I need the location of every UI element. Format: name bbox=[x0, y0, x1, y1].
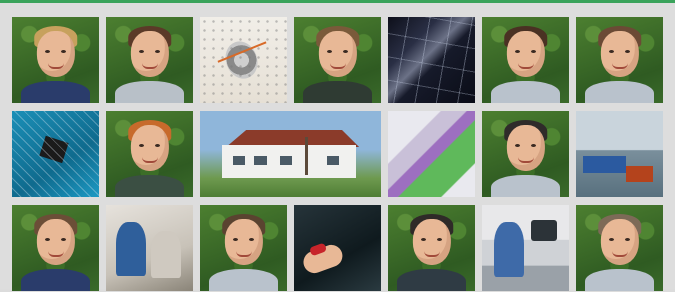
shirt-shape bbox=[490, 80, 561, 103]
window-shape bbox=[279, 155, 293, 166]
shirt-shape bbox=[20, 80, 91, 103]
chart-document-photo[interactable] bbox=[200, 17, 287, 103]
eye-left bbox=[45, 49, 51, 53]
face-shape bbox=[412, 218, 451, 266]
electronics-bench-photo[interactable] bbox=[482, 205, 569, 291]
team-photo-5[interactable] bbox=[576, 17, 663, 103]
team-photo-1[interactable] bbox=[12, 17, 99, 103]
face-shape bbox=[36, 218, 75, 266]
team-photo-7[interactable] bbox=[482, 111, 569, 197]
shirt-shape bbox=[208, 268, 279, 291]
face-shape bbox=[130, 124, 169, 172]
shirt-shape bbox=[584, 80, 655, 103]
eye-right bbox=[530, 49, 536, 53]
eye-left bbox=[609, 237, 615, 241]
led-strips-photo[interactable] bbox=[388, 111, 475, 197]
team-photo-11[interactable] bbox=[576, 205, 663, 291]
window-shape bbox=[326, 155, 340, 166]
shirt-shape bbox=[490, 174, 561, 197]
window-shape bbox=[254, 155, 267, 166]
eye-left bbox=[233, 237, 239, 241]
team-photo-9[interactable] bbox=[200, 205, 287, 291]
circuit-board-photo[interactable] bbox=[12, 111, 99, 197]
face-shape bbox=[130, 30, 169, 78]
eye-left bbox=[45, 237, 51, 241]
team-photo-10[interactable] bbox=[388, 205, 475, 291]
face-shape bbox=[600, 218, 639, 266]
photo-grid bbox=[12, 17, 663, 292]
eye-right bbox=[624, 49, 630, 53]
hands-components-photo[interactable] bbox=[294, 205, 381, 291]
team-photo-2[interactable] bbox=[106, 17, 193, 103]
eye-left bbox=[609, 49, 615, 53]
face-shape bbox=[600, 30, 639, 78]
eye-left bbox=[515, 143, 521, 147]
team-photo-8[interactable] bbox=[12, 205, 99, 291]
eye-right bbox=[530, 143, 536, 147]
shirt-shape bbox=[114, 80, 185, 103]
eye-right bbox=[154, 49, 160, 53]
repair-team-photo[interactable] bbox=[106, 205, 193, 291]
shirt-shape bbox=[584, 268, 655, 291]
eye-left bbox=[139, 49, 145, 53]
shirt-shape bbox=[396, 268, 467, 291]
face-shape bbox=[506, 30, 545, 78]
team-photo-4[interactable] bbox=[482, 17, 569, 103]
eye-right bbox=[60, 237, 66, 241]
face-shape bbox=[36, 30, 75, 78]
eye-left bbox=[139, 143, 145, 147]
eye-left bbox=[421, 237, 427, 241]
face-shape bbox=[318, 30, 357, 78]
face-shape bbox=[506, 124, 545, 172]
photo-gallery-frame bbox=[0, 0, 675, 292]
shirt-shape bbox=[302, 80, 373, 103]
eye-right bbox=[248, 237, 254, 241]
window-shape bbox=[232, 155, 246, 166]
team-photo-3[interactable] bbox=[294, 17, 381, 103]
company-building-photo[interactable] bbox=[200, 111, 381, 197]
eye-right bbox=[342, 49, 348, 53]
chart-document-icon bbox=[200, 17, 287, 103]
tree-shape bbox=[304, 136, 308, 175]
eye-right bbox=[624, 237, 630, 241]
workshop-photo[interactable] bbox=[576, 111, 663, 197]
face-shape bbox=[224, 218, 263, 266]
eye-left bbox=[327, 49, 333, 53]
shirt-shape bbox=[20, 268, 91, 291]
solar-panel-photo[interactable] bbox=[388, 17, 475, 103]
team-photo-6[interactable] bbox=[106, 111, 193, 197]
eye-right bbox=[436, 237, 442, 241]
eye-right bbox=[154, 143, 160, 147]
eye-right bbox=[60, 49, 66, 53]
eye-left bbox=[515, 49, 521, 53]
shirt-shape bbox=[114, 174, 185, 197]
